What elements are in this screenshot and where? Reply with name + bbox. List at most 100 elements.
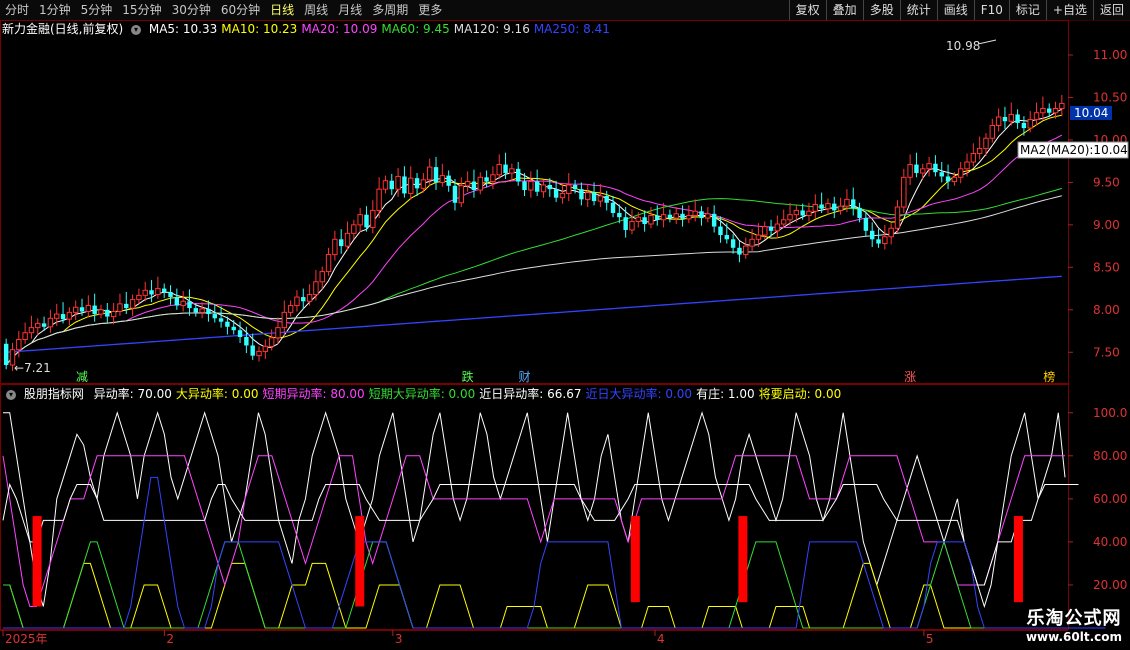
candle-body (319, 271, 325, 283)
candle-body (995, 116, 1002, 126)
candle-body (477, 176, 483, 191)
candle-body (301, 297, 306, 302)
candle-body (837, 205, 844, 211)
candle-body (617, 212, 622, 218)
candle-body (655, 215, 660, 220)
candle-body (452, 185, 458, 203)
candle-body (1040, 107, 1046, 114)
candle-body (882, 236, 888, 245)
candle-body (749, 238, 755, 247)
candle-body (718, 226, 723, 236)
candle-body (458, 185, 465, 204)
y-tick-label: 8.00 (1093, 303, 1120, 317)
candle-body (989, 124, 996, 139)
ma10-line (5, 114, 1062, 366)
candle-body (426, 166, 433, 181)
candle-body (610, 202, 616, 213)
candle-body (692, 210, 698, 217)
candle-body (812, 203, 819, 212)
candle-body (382, 180, 389, 190)
candle-body (433, 167, 439, 183)
candle-body (964, 161, 970, 170)
candle-body (832, 203, 837, 211)
candle-body (780, 219, 787, 225)
x-tick-label-4: 5 (926, 632, 934, 646)
ma60-line (5, 187, 1062, 366)
candle-body (635, 216, 642, 222)
candle-body (72, 306, 79, 313)
candle-body (136, 294, 142, 301)
candle-body (806, 210, 812, 217)
candle-body (47, 317, 54, 328)
candle-body (250, 345, 255, 356)
candle-body (98, 309, 104, 315)
candle-body (540, 184, 547, 193)
candle-body (193, 308, 199, 313)
candle-body (724, 235, 730, 240)
candle-body (287, 305, 294, 313)
candle-body (117, 303, 123, 313)
candle-body (774, 223, 781, 232)
candle-body (60, 314, 66, 320)
candle-body (623, 217, 628, 230)
candle-body (22, 332, 28, 341)
candle-body (92, 305, 97, 315)
candle-body (755, 234, 762, 240)
candle-body (863, 218, 869, 231)
watermark-url: www.60lt.com (1025, 630, 1122, 644)
indicator-line-2 (2, 455, 1065, 607)
candle-body (1021, 122, 1027, 129)
indicator-line-1 (3, 562, 1072, 629)
candle-body (408, 177, 414, 194)
candle-body (364, 214, 369, 228)
candle-body (325, 254, 332, 273)
price-tag: 10.04 (1074, 106, 1108, 120)
candle-body (579, 189, 584, 200)
candle-body (547, 184, 553, 190)
candle-body (28, 327, 35, 334)
ind-y-tick-label: 60.00 (1093, 492, 1127, 506)
candle-body (768, 226, 774, 231)
x-tick-label-1: 2 (166, 632, 174, 646)
candle-body (1008, 113, 1014, 122)
candle-body (268, 337, 275, 347)
candle-body (85, 305, 92, 313)
candle-body (844, 198, 850, 207)
stock-chart[interactable]: 11.0010.5010.009.509.008.508.007.5010.98… (0, 0, 1130, 650)
candle-body (800, 210, 805, 216)
candle-body (129, 299, 136, 309)
indicator-red-bar-3 (738, 516, 748, 603)
candle-body (793, 209, 800, 216)
candle-body (225, 321, 230, 327)
candle-body (737, 247, 742, 255)
candle-body (231, 326, 236, 331)
candle-body (1027, 119, 1033, 129)
x-tick-label-0: 2025年 (5, 632, 48, 646)
candle-body (534, 181, 540, 192)
candle-body (206, 308, 211, 315)
candle-body (420, 179, 427, 189)
ma-tooltip: MA2(MA20):10.04 (1020, 143, 1128, 157)
candle-body (237, 330, 243, 337)
candle-body (705, 213, 711, 219)
candle-body (187, 301, 192, 309)
candle-body (244, 336, 249, 346)
candle-body (920, 168, 926, 174)
candle-body (1046, 108, 1052, 113)
candle-body (851, 199, 856, 208)
candle-body (471, 181, 477, 191)
candle-body (976, 147, 983, 155)
candle-body (819, 204, 824, 209)
candle-body (642, 217, 647, 225)
y-tick-label: 9.00 (1093, 218, 1120, 232)
indicator-red-bar-2 (630, 516, 640, 603)
candle-body (876, 239, 881, 244)
candle-body (16, 339, 22, 351)
candle-body (402, 176, 407, 194)
candle-body (54, 313, 60, 319)
candle-body (446, 175, 451, 186)
candle-body (648, 215, 654, 225)
candle-body (914, 164, 919, 174)
ind-y-tick-label: 20.00 (1093, 578, 1127, 592)
candle-body (566, 184, 572, 194)
